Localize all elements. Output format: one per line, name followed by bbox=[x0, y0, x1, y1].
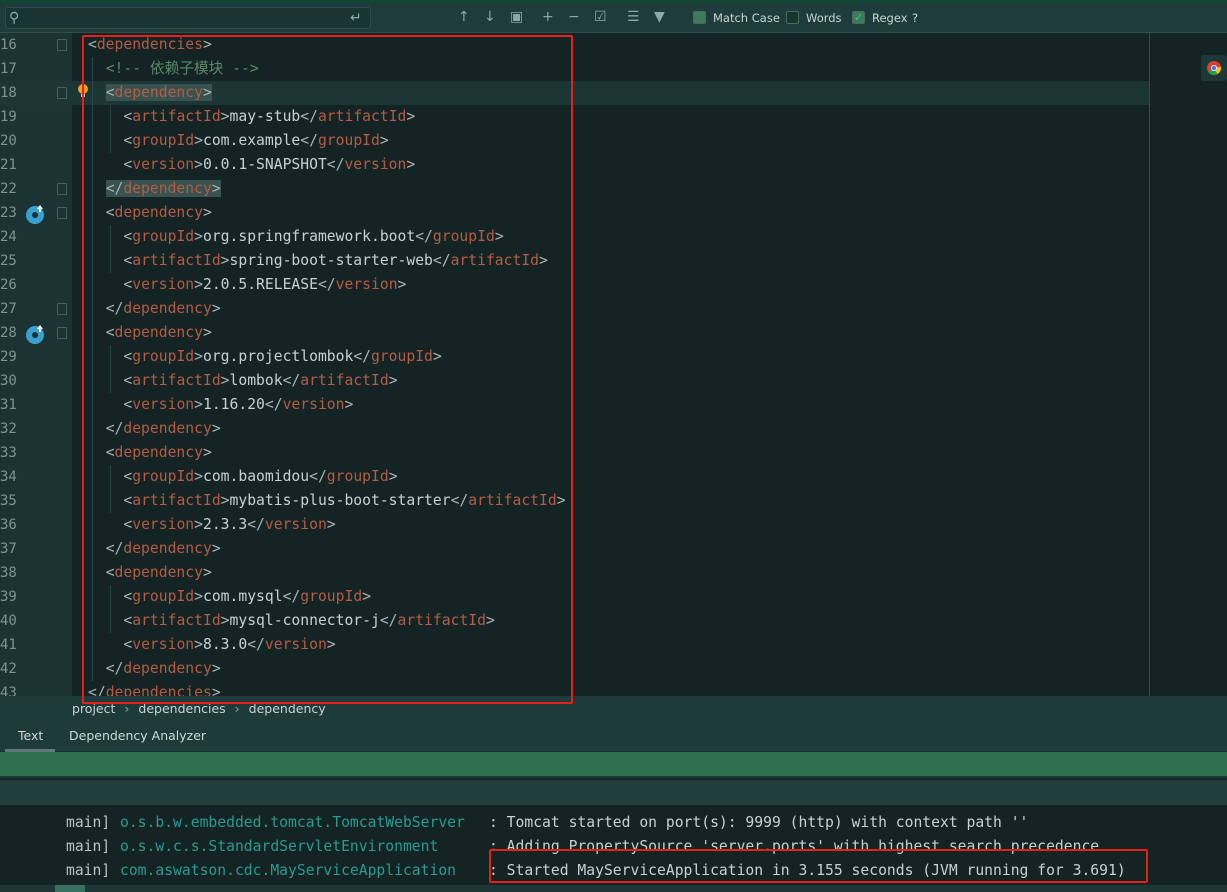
fold-marker-icon[interactable] bbox=[57, 39, 67, 51]
fold-marker-icon[interactable] bbox=[57, 87, 67, 99]
log-message: : Tomcat started on port(s): 9999 (http)… bbox=[489, 814, 1029, 831]
annotation-box-started-message bbox=[489, 849, 1148, 883]
chrome-browser-icon[interactable] bbox=[1201, 55, 1227, 81]
line-number: 43 bbox=[0, 685, 17, 696]
line-number: 22 bbox=[0, 181, 17, 197]
filter-icon[interactable]: ▼ bbox=[654, 9, 665, 25]
log-thread: main] bbox=[66, 814, 111, 831]
line-number: 25 bbox=[0, 253, 17, 269]
match-case-label[interactable]: Match Case bbox=[713, 11, 780, 25]
fold-marker-icon[interactable] bbox=[57, 183, 67, 195]
line-number: 41 bbox=[0, 637, 17, 653]
remove-occurrence-icon[interactable]: − bbox=[568, 9, 580, 25]
horizontal-scrollbar[interactable] bbox=[0, 885, 1227, 892]
fold-marker-icon[interactable] bbox=[57, 207, 67, 219]
select-all-occurrences-icon[interactable]: ☑ bbox=[594, 9, 607, 25]
editor-tabs: Text Dependency Analyzer bbox=[0, 722, 1227, 752]
line-number: 33 bbox=[0, 445, 17, 461]
line-number: 23 bbox=[0, 205, 17, 221]
tab-text[interactable]: Text bbox=[5, 722, 55, 752]
newline-icon[interactable]: ↵ bbox=[350, 10, 362, 26]
match-case-checkbox[interactable] bbox=[693, 11, 706, 24]
words-label[interactable]: Words bbox=[806, 11, 842, 25]
annotation-box-dependencies bbox=[82, 35, 573, 704]
fold-marker-icon[interactable] bbox=[57, 303, 67, 315]
add-occurrence-icon[interactable]: + bbox=[542, 9, 554, 25]
line-number: 32 bbox=[0, 421, 17, 437]
search-icon[interactable]: ⚲ bbox=[9, 10, 19, 26]
line-number: 35 bbox=[0, 493, 17, 509]
scrollbar-thumb[interactable] bbox=[55, 885, 85, 892]
regex-label[interactable]: Regex bbox=[872, 11, 908, 25]
line-number: 39 bbox=[0, 589, 17, 605]
line-number: 27 bbox=[0, 301, 17, 317]
line-number: 29 bbox=[0, 349, 17, 365]
log-thread: main] bbox=[66, 838, 111, 855]
console-line: main] o.s.w.c.s.StandardServletEnvironmen… bbox=[66, 835, 1099, 859]
line-number: 31 bbox=[0, 397, 17, 413]
right-margin-guide bbox=[1149, 33, 1150, 696]
find-toolbar: ⚲ ↵ ↑ ↓ ▣ + − ☑ ☰ ▼ Match Case Words ✓ R… bbox=[0, 0, 1227, 33]
log-thread: main] bbox=[66, 862, 111, 879]
line-number: 24 bbox=[0, 229, 17, 245]
regex-help[interactable]: ? bbox=[912, 11, 918, 25]
line-number: 37 bbox=[0, 541, 17, 557]
line-number: 19 bbox=[0, 109, 17, 125]
next-occurrence-icon[interactable]: ↓ bbox=[484, 9, 496, 25]
line-number: 34 bbox=[0, 469, 17, 485]
line-number: 16 bbox=[0, 37, 17, 53]
select-all-icon[interactable]: ▣ bbox=[510, 9, 523, 25]
log-logger[interactable]: com.aswatson.cdc.MayServiceApplication bbox=[120, 859, 456, 883]
console-toolbar bbox=[0, 780, 1227, 805]
status-bar bbox=[0, 752, 1227, 778]
line-number: 30 bbox=[0, 373, 17, 389]
log-logger[interactable]: o.s.b.w.embedded.tomcat.TomcatWebServer bbox=[120, 811, 465, 835]
fold-marker-icon[interactable] bbox=[57, 327, 67, 339]
console-line: main] o.s.b.w.embedded.tomcat.TomcatWebSe… bbox=[66, 811, 1028, 835]
search-box[interactable]: ⚲ ↵ bbox=[5, 7, 371, 29]
line-number: 42 bbox=[0, 661, 17, 677]
regex-checkbox-checked[interactable]: ✓ bbox=[852, 11, 865, 24]
log-logger[interactable]: o.s.w.c.s.StandardServletEnvironment bbox=[120, 835, 438, 859]
line-number: 28 bbox=[0, 325, 17, 341]
line-number: 36 bbox=[0, 517, 17, 533]
line-number: 18 bbox=[0, 85, 17, 101]
line-number: 26 bbox=[0, 277, 17, 293]
previous-occurrence-icon[interactable]: ↑ bbox=[458, 9, 470, 25]
filter-settings-icon[interactable]: ☰ bbox=[627, 9, 640, 25]
tab-dependency-analyzer[interactable]: Dependency Analyzer bbox=[69, 722, 206, 752]
console-line: main] com.aswatson.cdc.MayServiceApplicat… bbox=[66, 859, 1126, 883]
line-number: 17 bbox=[0, 61, 17, 77]
search-input[interactable] bbox=[28, 10, 338, 26]
words-checkbox[interactable] bbox=[786, 11, 799, 24]
line-number: 38 bbox=[0, 565, 17, 581]
line-number: 40 bbox=[0, 613, 17, 629]
line-number: 20 bbox=[0, 133, 17, 149]
line-number: 21 bbox=[0, 157, 17, 173]
